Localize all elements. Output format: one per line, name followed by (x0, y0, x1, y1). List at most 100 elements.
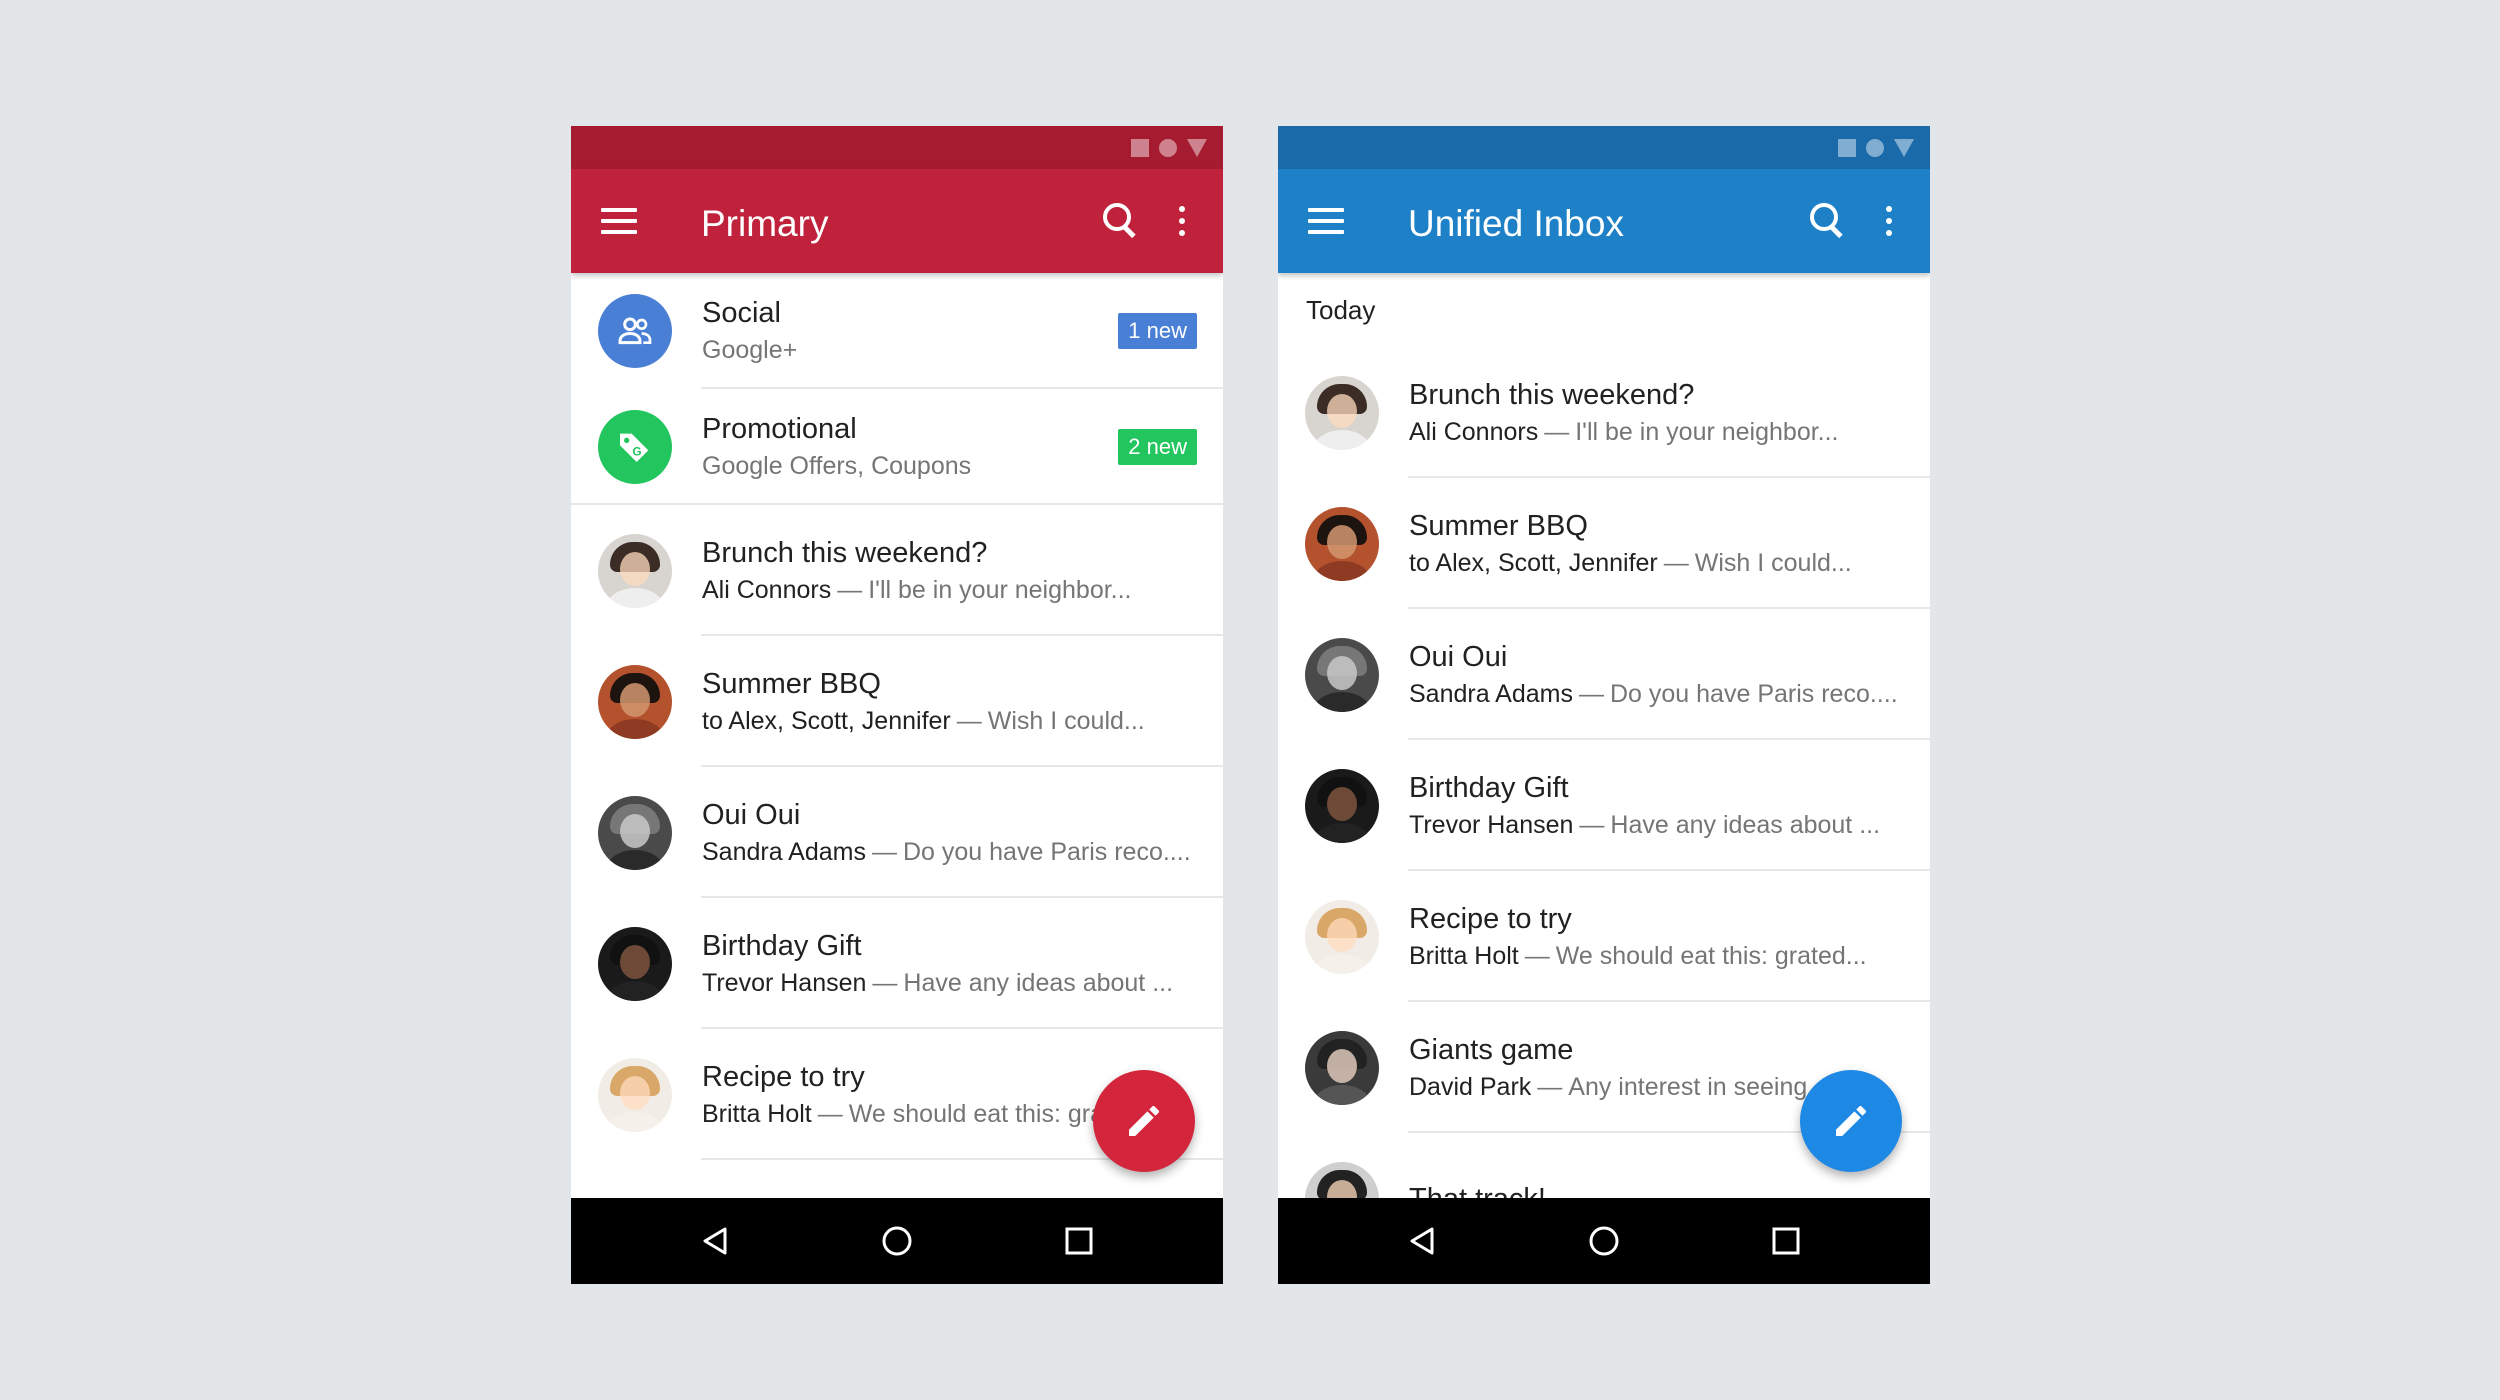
email-sender: Sandra Adams (702, 837, 866, 866)
email-subject: That track! (1409, 1180, 1930, 1199)
email-sender: to Alex, Scott, Jennifer (1409, 548, 1658, 577)
email-snippet: We should eat this: grated... (1555, 941, 1867, 970)
separator: — (1579, 810, 1605, 839)
page-title: Primary (701, 203, 829, 244)
email-sender: David Park (1409, 1072, 1532, 1101)
email-sender: to Alex, Scott, Jennifer (702, 706, 951, 735)
more-vert-icon[interactable] (1175, 206, 1189, 236)
signal-icon (1894, 138, 1914, 157)
avatar (1305, 1030, 1379, 1105)
status-bar (1278, 126, 1930, 169)
separator: — (1537, 1072, 1563, 1101)
email-list: Today Brunch this weekend? Ali Connors — I… (1278, 273, 1930, 1198)
new-badge: 1 new (1118, 313, 1197, 349)
email-subject: Brunch this weekend? (702, 536, 988, 569)
recent-apps-icon[interactable] (1063, 1225, 1095, 1257)
category-source: Google Offers, Coupons (702, 452, 972, 480)
stop-icon (1131, 138, 1149, 157)
avatar (1305, 1161, 1379, 1198)
email-subject: Oui Oui (1409, 640, 1508, 673)
email-sender: Britta Holt (702, 1099, 812, 1128)
email-snippet: Have any ideas about ... (1610, 810, 1881, 839)
compose-button[interactable] (1800, 1070, 1902, 1172)
separator: — (1579, 679, 1604, 708)
app-bar: Primary (571, 169, 1223, 273)
email-sender: Trevor Hansen (702, 968, 867, 997)
email-row[interactable]: Summer BBQ to Alex, Scott, Jennifer — Wish… (1278, 478, 1930, 609)
new-badge: 2 new (1118, 429, 1197, 465)
avatar (1305, 375, 1379, 450)
more-vert-icon[interactable] (1882, 206, 1896, 236)
app-bar: Unified Inbox (1278, 169, 1930, 273)
email-row[interactable]: Oui Oui Sandra Adams — Do you have Paris r… (571, 767, 1223, 898)
home-icon[interactable] (1588, 1225, 1620, 1257)
search-icon[interactable] (1804, 199, 1848, 243)
email-subject: Giants game (1409, 1033, 1574, 1066)
email-snippet: Do you have Paris reco.... (1610, 679, 1898, 708)
recent-apps-icon[interactable] (1770, 1225, 1802, 1257)
email-sender: Britta Holt (1409, 941, 1519, 970)
separator: — (837, 575, 863, 604)
pencil-icon (1129, 1105, 1160, 1136)
email-subject: Brunch this weekend? (1409, 378, 1695, 411)
email-snippet: Wish I could... (987, 706, 1145, 735)
avatar (1305, 768, 1379, 843)
avatar (1305, 637, 1379, 712)
email-sender: Ali Connors (702, 575, 832, 604)
avatar (1305, 899, 1379, 974)
email-subject: Summer BBQ (1409, 509, 1588, 542)
email-row[interactable]: Birthday Gift Trevor Hansen — Have any ide… (571, 898, 1223, 1029)
email-snippet: Have any ideas about ... (903, 968, 1174, 997)
signal-icon (1187, 138, 1207, 157)
email-row[interactable]: Recipe to try Britta Holt — We should eat … (1278, 871, 1930, 1002)
circle-icon (1159, 138, 1177, 157)
separator: — (817, 1099, 843, 1128)
separator: — (1524, 941, 1550, 970)
email-row[interactable]: Oui Oui Sandra Adams — Do you have Paris r… (1278, 609, 1930, 740)
system-nav-bar (1278, 1198, 1930, 1284)
email-snippet: I'll be in your neighbor... (1575, 417, 1839, 446)
email-row[interactable]: Brunch this weekend? Ali Connors — I'll be… (571, 505, 1223, 636)
email-row[interactable]: Brunch this weekend? Ali Connors — I'll be… (1278, 347, 1930, 478)
separator: — (1663, 548, 1689, 577)
stop-icon (1838, 138, 1856, 157)
avatar (598, 926, 672, 1001)
search-icon[interactable] (1097, 199, 1141, 243)
email-snippet: I'll be in your neighbor... (868, 575, 1132, 604)
menu-icon[interactable] (1308, 208, 1344, 234)
avatar (598, 1057, 672, 1132)
people-icon (598, 294, 672, 368)
email-list: Social Google+ 1 new G Promotional Googl… (571, 273, 1223, 1198)
email-subject: Birthday Gift (702, 929, 862, 962)
email-subject: Oui Oui (702, 798, 801, 831)
svg-text:G: G (633, 445, 642, 458)
email-snippet: Wish I could... (1694, 548, 1852, 577)
avatar (598, 664, 672, 739)
email-subject: Recipe to try (1409, 902, 1572, 935)
separator: — (872, 837, 897, 866)
category-source: Google+ (702, 336, 798, 364)
email-row[interactable]: Summer BBQ to Alex, Scott, Jennifer — Wish… (571, 636, 1223, 767)
page-title: Unified Inbox (1408, 203, 1624, 244)
avatar (598, 533, 672, 608)
email-row[interactable]: Birthday Gift Trevor Hansen — Have any ide… (1278, 740, 1930, 871)
circle-icon (1866, 138, 1884, 157)
category-row-social[interactable]: Social Google+ 1 new (571, 273, 1223, 389)
category-row-promotional[interactable]: G Promotional Google Offers, Coupons 2 n… (571, 389, 1223, 505)
home-icon[interactable] (881, 1225, 913, 1257)
compose-button[interactable] (1093, 1070, 1195, 1172)
menu-icon[interactable] (601, 208, 637, 234)
phone-primary: Primary Social Google+ 1 new G Promotion… (571, 126, 1223, 1284)
email-snippet: Do you have Paris reco.... (903, 837, 1191, 866)
back-icon[interactable] (1406, 1225, 1438, 1257)
back-icon[interactable] (699, 1225, 731, 1257)
category-name: Promotional (702, 413, 857, 445)
phone-unified-inbox: Unified Inbox Today Brunch this weekend?… (1278, 126, 1930, 1284)
separator: — (956, 706, 982, 735)
pencil-icon (1836, 1105, 1867, 1136)
system-nav-bar (571, 1198, 1223, 1284)
avatar (598, 795, 672, 870)
section-header: Today (1306, 294, 1376, 325)
email-sender: Sandra Adams (1409, 679, 1573, 708)
avatar (1305, 506, 1379, 581)
